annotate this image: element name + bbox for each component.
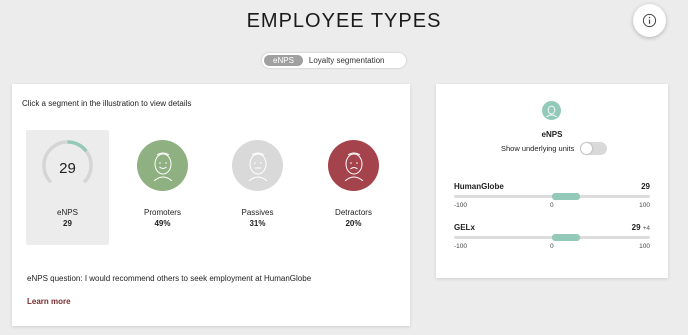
toggle-enps[interactable]: eNPS — [264, 55, 303, 66]
enps-summary-card: eNPS Show underlying units HumanGlobe 29… — [436, 84, 668, 278]
enps-value: 29 — [63, 219, 72, 228]
tick-min: -100 — [454, 243, 468, 250]
segment-detractors[interactable]: Detractors 20% — [312, 130, 395, 245]
toggle-loyalty-segmentation[interactable]: Loyalty segmentation — [303, 55, 391, 66]
detractors-value: 20% — [345, 219, 362, 228]
unit-row-humanglobe: HumanGlobe 29 -100 0 100 — [454, 182, 650, 220]
neutral-face-icon — [232, 140, 283, 191]
instruction-text: Click a segment in the illustration to v… — [22, 99, 192, 108]
tick-mid: 0 — [550, 243, 554, 250]
view-toggle: eNPS Loyalty segmentation — [262, 53, 406, 68]
tick-min: -100 — [454, 202, 468, 209]
underlying-units-row: Show underlying units — [501, 142, 608, 155]
underlying-units-label: Show underlying units — [501, 144, 575, 153]
tick-mid: 0 — [550, 202, 554, 209]
unit-row-gelx: GELx 29 +4 -100 0 100 — [454, 223, 650, 261]
promoters-value: 49% — [154, 219, 171, 228]
segment-passives[interactable]: Passives 31% — [216, 130, 299, 245]
page-title: EMPLOYEE TYPES — [246, 10, 442, 32]
side-title: eNPS — [541, 130, 563, 139]
enps-question: eNPS question: I would recommend others … — [27, 274, 312, 283]
passives-value: 31% — [249, 219, 266, 228]
unit-fill — [552, 193, 581, 200]
enps-segment[interactable]: 29 eNPS 29 — [26, 130, 109, 245]
switch-knob — [581, 143, 593, 154]
unit-fill — [552, 234, 581, 241]
unit-name: GELx — [454, 223, 475, 232]
employee-types-card: Click a segment in the illustration to v… — [12, 84, 410, 326]
enps-gauge-number: 29 — [59, 160, 76, 177]
face-icon — [542, 101, 561, 120]
info-button[interactable] — [633, 4, 666, 37]
enps-label: eNPS — [57, 208, 78, 217]
sad-face-icon — [328, 140, 379, 191]
learn-more-link[interactable]: Learn more — [27, 297, 71, 306]
promoters-label: Promoters — [144, 208, 181, 217]
unit-score: 29 — [641, 182, 650, 191]
underlying-units-switch[interactable] — [580, 142, 608, 155]
unit-name: HumanGlobe — [454, 182, 504, 191]
unit-score: 29 +4 — [631, 223, 650, 232]
tick-max: 100 — [639, 202, 650, 209]
detractors-label: Detractors — [335, 208, 372, 217]
happy-face-icon — [137, 140, 188, 191]
info-icon — [642, 13, 657, 28]
tick-max: 100 — [639, 243, 650, 250]
passives-label: Passives — [241, 208, 274, 217]
unit-delta: +4 — [642, 225, 650, 232]
segment-promoters[interactable]: Promoters 49% — [121, 130, 204, 245]
